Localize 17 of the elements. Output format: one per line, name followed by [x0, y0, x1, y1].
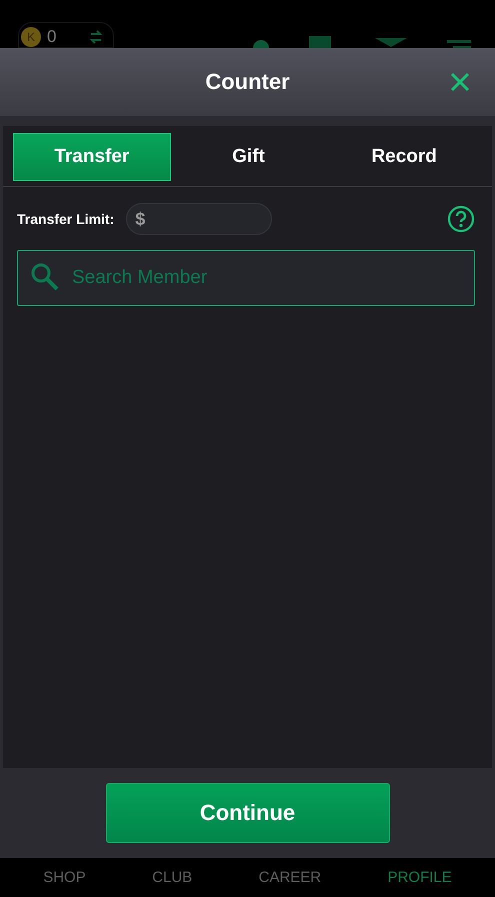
nav-tab[interactable]: CAREER	[258, 869, 322, 886]
continue-button[interactable]: Continue	[106, 783, 390, 843]
tab[interactable]: Record	[326, 133, 482, 181]
limit-label: Transfer Limit:	[17, 211, 114, 227]
balance-text: 0	[47, 27, 58, 47]
nav-tab[interactable]: PROFILE	[388, 869, 452, 886]
tab[interactable]: Transfer	[13, 133, 171, 181]
limit-field[interactable]: $	[126, 203, 272, 235]
search-icon	[30, 262, 60, 292]
swap-icon[interactable]	[89, 30, 103, 44]
nav-tab[interactable]: SHOP	[43, 869, 86, 886]
help-icon[interactable]	[447, 205, 475, 233]
close-icon[interactable]	[449, 71, 471, 93]
nav-tab[interactable]: CLUB	[152, 869, 192, 886]
tab[interactable]: Gift	[170, 133, 326, 181]
dialog-title: Counter	[205, 69, 290, 95]
search-field[interactable]: Search Member	[17, 250, 475, 306]
